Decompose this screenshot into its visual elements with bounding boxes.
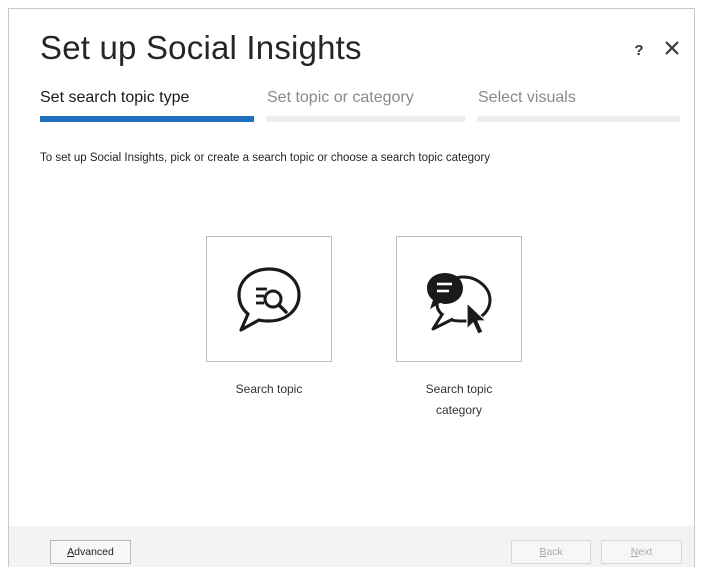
search-topic-category-label: Search topic category — [396, 379, 522, 421]
search-topic-category-tile[interactable] — [396, 236, 522, 362]
step-label: Select visuals — [478, 89, 576, 106]
social-insights-dialog: Set up Social Insights ? Set search topi… — [8, 8, 695, 567]
search-topic-label: Search topic — [235, 382, 303, 396]
button-label: ext — [638, 546, 653, 558]
close-button[interactable] — [661, 37, 683, 59]
next-button[interactable]: Next — [601, 540, 682, 564]
back-button[interactable]: Back — [511, 540, 591, 564]
wizard-steps: Set search topic type Set topic or categ… — [40, 87, 680, 123]
step-set-topic-or-category: Set topic or category — [266, 87, 465, 123]
search-topic-icon — [237, 267, 301, 332]
help-button[interactable]: ? — [632, 42, 646, 59]
dialog-title: Set up Social Insights — [40, 29, 362, 66]
step-select-visuals: Select visuals — [477, 87, 680, 123]
search-topic-tile[interactable] — [206, 236, 332, 362]
advanced-button[interactable]: Advanced — [50, 540, 131, 564]
button-label: dvanced — [74, 546, 114, 558]
dialog-footer: Advanced Back Next — [9, 526, 694, 567]
step-label: Set search topic type — [40, 89, 190, 106]
label-line: category — [435, 403, 483, 417]
button-label: ack — [546, 546, 563, 558]
close-icon — [665, 41, 679, 55]
instruction-text: To set up Social Insights, pick or creat… — [40, 152, 491, 164]
search-topic-category-icon — [427, 273, 492, 335]
step-progress-bar — [477, 116, 680, 122]
step-progress-bar — [266, 116, 465, 122]
step-label: Set topic or category — [267, 89, 414, 106]
label-line: Search topic — [425, 382, 493, 396]
step-progress-bar — [40, 116, 254, 122]
step-set-search-topic-type: Set search topic type — [40, 87, 254, 123]
